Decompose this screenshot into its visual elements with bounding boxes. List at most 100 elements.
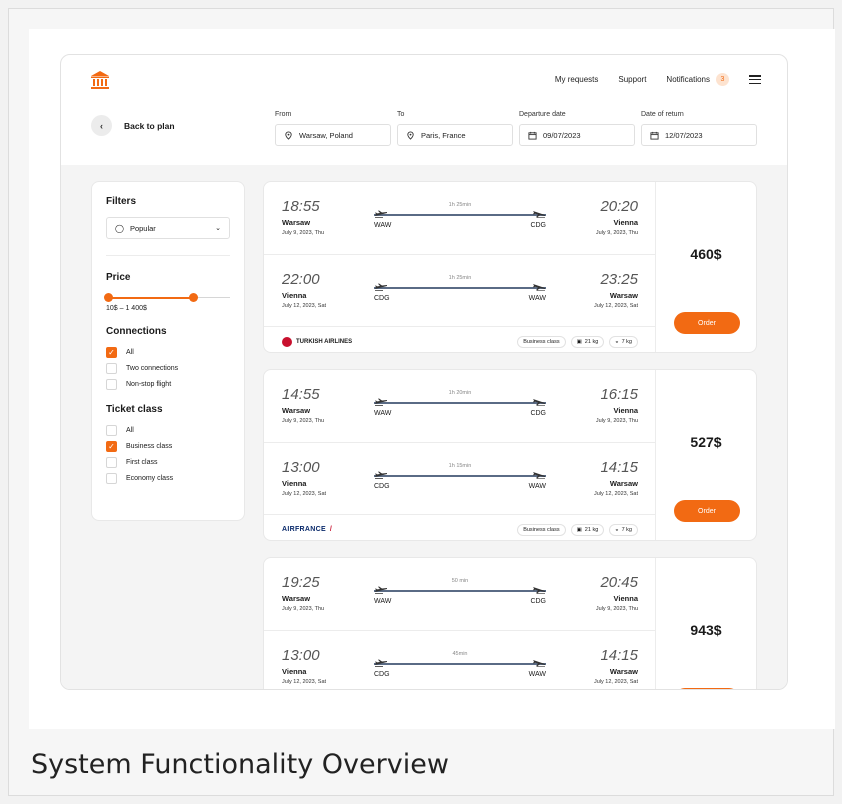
plane-takeoff-icon [374,393,388,406]
luggage-icon: ▣ [576,526,582,533]
arrival-date: July 12, 2023, Sat [593,303,638,309]
route-bar [374,590,546,592]
departure-airport-code: WAW [374,598,392,605]
connection-option[interactable]: ✓ All [106,347,230,358]
return-field: Date of return 12/07/2023 [641,111,757,146]
price-slider-max-handle[interactable] [188,293,198,302]
return-value: 12/07/2023 [665,130,703,140]
flight-chips: Business class ▣ 21 kg ◒ 7 kg [517,335,638,348]
ticket-class-checkbox[interactable] [106,457,117,468]
departure-city: Vienna [282,479,307,488]
departure-airport-code: CDG [374,483,390,490]
flight-legs: 14:55 Warsaw July 9, 2023, Thu 16:15 Vienna J… [264,370,656,540]
arrival-airport-code: WAW [528,483,546,490]
menu-icon[interactable] [749,75,761,84]
departure-field: Departure date 09/07/2023 [519,111,635,146]
sort-select[interactable]: ◯ Popular ⌄ [106,217,230,239]
plane-takeoff-icon [374,205,388,218]
order-button[interactable]: Order [674,312,740,334]
order-button[interactable]: Order [674,688,740,689]
route-line: 1h 25min CDG WAW [374,275,546,305]
nav-my-requests[interactable]: My requests [555,75,599,84]
route-icon: ◯ [115,223,124,233]
price-range-text: 10$ – 1 400$ [106,305,147,312]
flight-duration: 1h 20min [448,390,472,396]
plane-landing-icon [532,278,546,292]
price-title: Price [106,272,131,283]
luggage-icon: ▣ [576,338,582,345]
arrival-city: Vienna [613,218,638,227]
flight-chips: Business class ▣ 21 kg ◒ 7 kg [517,523,638,536]
plane-takeoff-icon [374,654,388,667]
flight-card: 19:25 Warsaw July 9, 2023, Thu 20:45 Vienna J… [263,557,757,689]
ticket-class-checkbox[interactable] [106,425,117,436]
arrival-city: Warsaw [609,479,638,488]
departure-time: 22:00 [282,271,320,288]
flight-card: 14:55 Warsaw July 9, 2023, Thu 16:15 Vienna J… [263,369,757,541]
arrival-date: July 9, 2023, Thu [595,418,638,424]
caption: System Functionality Overview [31,749,449,780]
ticket-class-option-label: Business class [126,443,173,450]
to-field: To Paris, France [397,111,513,146]
departure-airport-code: CDG [374,295,390,302]
price-slider-min-handle[interactable] [104,293,113,302]
departure-airport-code: WAW [374,222,392,229]
departure-time: 13:00 [282,459,320,476]
departure-time: 19:25 [282,574,320,591]
flight-card: 18:55 Warsaw July 9, 2023, Thu 20:20 Vienna J… [263,181,757,353]
flight-duration: 1h 25min [448,202,472,208]
departure-city: Vienna [282,667,307,676]
flight-leg: 22:00 Vienna July 12, 2023, Sat 23:25 Warsaw… [264,254,656,326]
order-button[interactable]: Order [674,500,740,522]
from-input[interactable]: Warsaw, Poland [275,124,391,146]
plane-landing-icon [532,466,546,480]
flight-price: 943$ [690,622,722,638]
route-bar [374,402,546,404]
nav-support[interactable]: Support [618,75,646,84]
nav-notifications-label: Notifications [666,75,710,84]
to-input[interactable]: Paris, France [397,124,513,146]
flight-duration: 45min [452,651,468,657]
hand-luggage-chip: ◒ 7 kg [609,523,638,536]
return-label: Date of return [641,111,684,118]
airline-name: AIRFRANCE [282,526,326,533]
chevron-down-icon: ⌄ [215,225,221,232]
route-line: 1h 25min WAW CDG [374,202,546,232]
filters-title: Filters [106,196,137,207]
hand-luggage-weight: 7 kg [621,526,632,533]
back-to-plan-link[interactable]: ‹ Back to plan [91,115,175,136]
ticket-class-checkbox[interactable]: ✓ [106,441,117,452]
baggage-chip: ▣ 21 kg [570,335,605,348]
route-line: 45min CDG WAW [374,651,546,681]
ticket-class-option[interactable]: ✓ Business class [106,441,230,452]
nav-notifications[interactable]: Notifications 3 [666,73,729,86]
flight-leg: 19:25 Warsaw July 9, 2023, Thu 20:45 Vienna J… [264,558,656,630]
connections-title: Connections [106,326,167,337]
flight-leg: 18:55 Warsaw July 9, 2023, Thu 20:20 Vienna J… [264,182,656,254]
price-slider[interactable] [104,293,230,303]
plane-takeoff-icon [374,581,388,594]
museum-logo-icon[interactable] [89,69,111,91]
ticket-class-option-label: First class [126,459,158,466]
connection-checkbox[interactable]: ✓ [106,347,117,358]
connection-checkbox[interactable] [106,379,117,390]
departure-date: July 12, 2023, Sat [282,491,327,497]
arrival-airport-code: WAW [528,295,546,302]
connection-option[interactable]: Non-stop flight [106,379,230,390]
to-label: To [397,111,405,118]
return-input[interactable]: 12/07/2023 [641,124,757,146]
ticket-class-option[interactable]: First class [106,457,230,468]
ticket-class-option[interactable]: All [106,425,230,436]
departure-input[interactable]: 09/07/2023 [519,124,635,146]
departure-city: Warsaw [282,406,311,415]
route-bar [374,475,546,477]
ticket-class-checkbox[interactable] [106,473,117,484]
ticket-class-option[interactable]: Economy class [106,473,230,484]
connection-option[interactable]: Two connections [106,363,230,374]
departure-date: July 9, 2023, Thu [282,418,325,424]
departure-value: 09/07/2023 [543,130,581,140]
arrival-time: 23:25 [600,271,638,288]
chevron-left-icon[interactable]: ‹ [91,115,112,136]
connection-checkbox[interactable] [106,363,117,374]
flight-leg: 13:00 Vienna July 12, 2023, Sat 14:15 Warsaw… [264,442,656,514]
